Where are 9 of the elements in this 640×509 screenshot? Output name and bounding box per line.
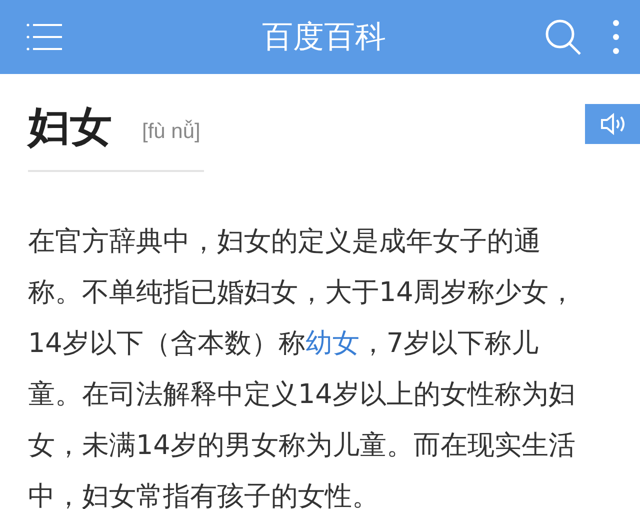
- headword: 妇女: [28, 106, 112, 148]
- pinyin: [fù nǚ]: [142, 120, 200, 144]
- audio-button[interactable]: [585, 104, 640, 144]
- entry-link[interactable]: 幼女: [305, 328, 360, 359]
- speaker-icon: [600, 113, 626, 135]
- more-icon[interactable]: [612, 19, 620, 55]
- app-title: 百度百科: [261, 18, 387, 57]
- search-icon[interactable]: [544, 18, 582, 56]
- menu-icon[interactable]: [26, 22, 64, 52]
